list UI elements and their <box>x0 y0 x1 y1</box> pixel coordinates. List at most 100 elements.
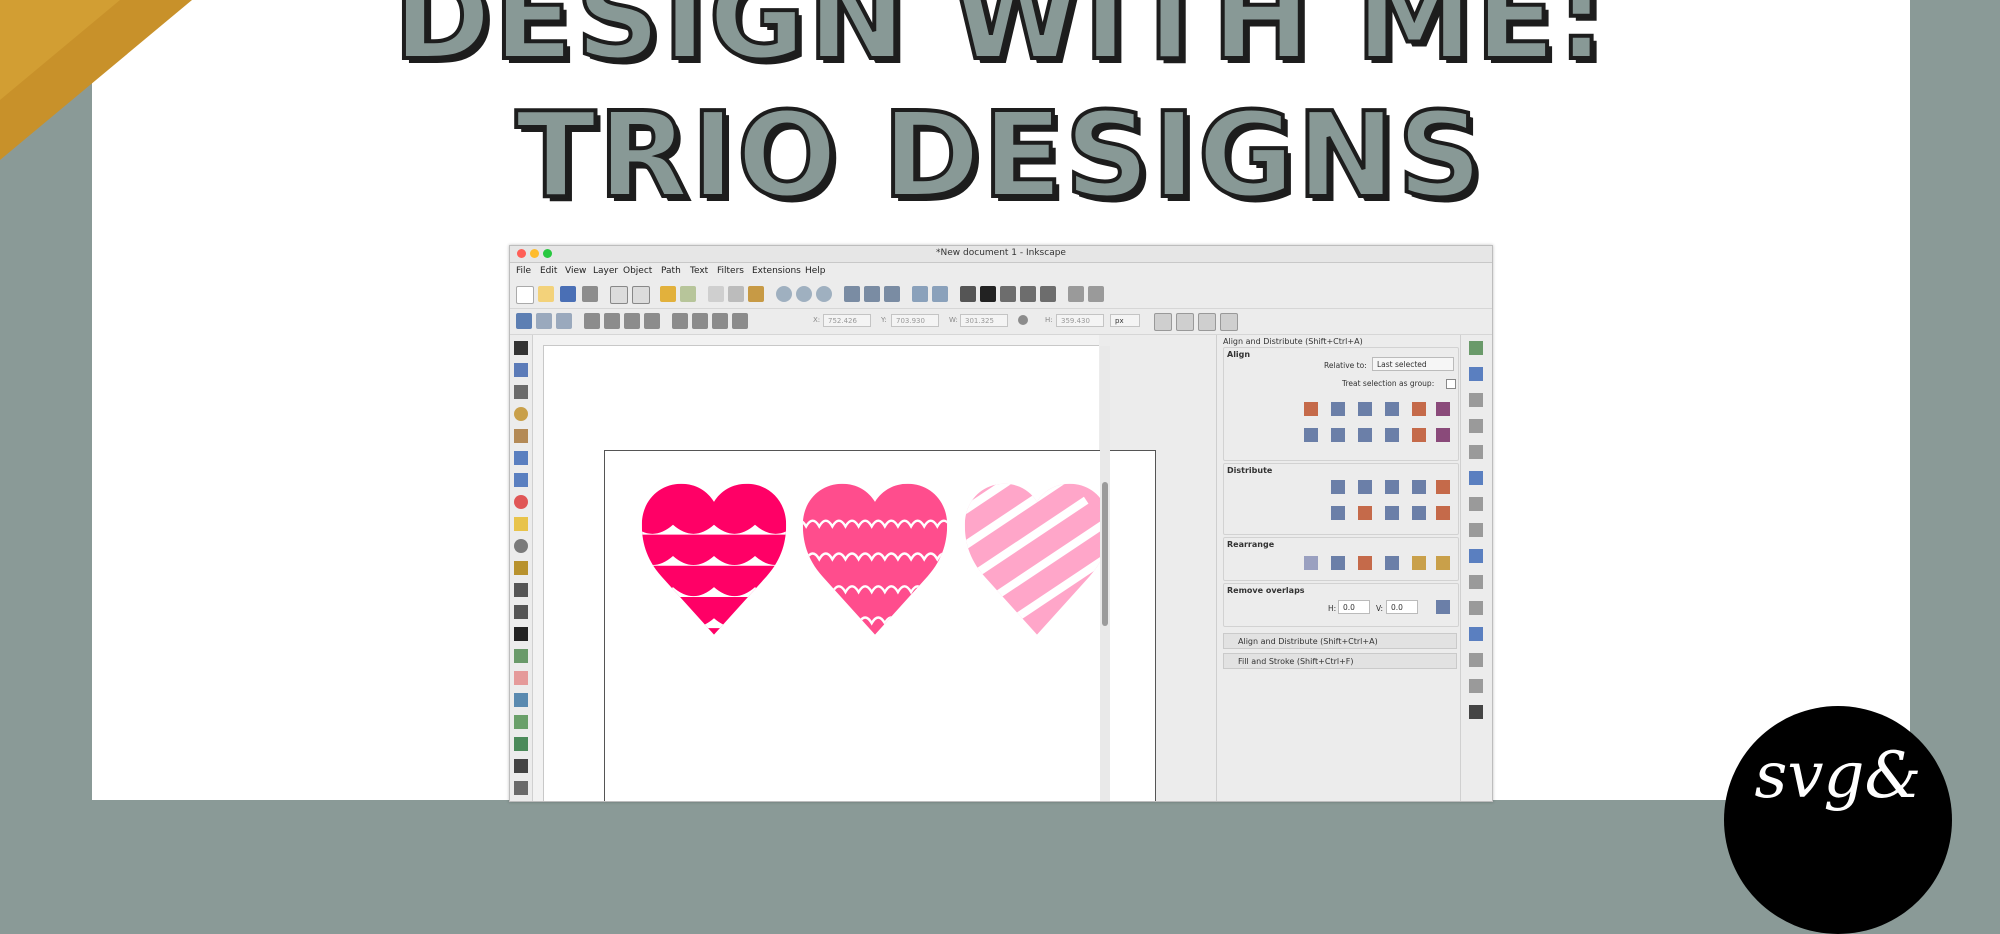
overlap-h-field[interactable]: 0.0 <box>1338 600 1370 614</box>
spiral-tool-icon[interactable] <box>514 539 528 553</box>
lower-to-bottom-icon[interactable] <box>732 313 748 329</box>
open-icon[interactable] <box>538 286 554 302</box>
ellipse-tool-icon[interactable] <box>514 495 528 509</box>
align-center-horizontal-icon[interactable] <box>1358 402 1372 416</box>
raise-to-top-icon[interactable] <box>672 313 688 329</box>
document-properties-icon[interactable] <box>1088 286 1104 302</box>
print-icon[interactable] <box>582 286 598 302</box>
snap-toggle-icon[interactable] <box>1469 341 1483 355</box>
menu-edit[interactable]: Edit <box>540 266 557 276</box>
align-left-icon[interactable] <box>1331 402 1345 416</box>
align-text-icon[interactable] <box>1436 402 1450 416</box>
menu-layer[interactable]: Layer <box>593 266 618 276</box>
drawing-canvas[interactable] <box>544 346 1156 801</box>
undo-icon[interactable] <box>660 286 676 302</box>
overlap-v-field[interactable]: 0.0 <box>1386 600 1418 614</box>
distribute-bottom-icon[interactable] <box>1385 506 1399 520</box>
vertical-scroll-thumb[interactable] <box>1102 482 1108 626</box>
menu-extensions[interactable]: Extensions <box>752 266 801 276</box>
lock-ratio-icon[interactable] <box>1018 315 1028 325</box>
stripe-heart[interactable] <box>906 451 1152 697</box>
rectangle-tool-icon[interactable] <box>514 451 528 465</box>
snap-centers-icon[interactable] <box>1469 627 1483 641</box>
distribute-baseline-h-icon[interactable] <box>1436 480 1450 494</box>
flip-vertical-icon[interactable] <box>644 313 660 329</box>
align-baseline-icon[interactable] <box>1436 428 1450 442</box>
menu-view[interactable]: View <box>565 266 586 276</box>
new-icon[interactable] <box>516 286 534 304</box>
align-top-icon[interactable] <box>1331 428 1345 442</box>
exchange-z-order-icon[interactable] <box>1358 556 1372 570</box>
selector-tool-icon[interactable] <box>514 341 528 355</box>
zoom-page-icon[interactable] <box>816 286 832 302</box>
snap-rotation-center-icon[interactable] <box>1469 653 1483 667</box>
eraser-tool-icon[interactable] <box>514 671 528 685</box>
group-icon[interactable] <box>912 286 928 302</box>
lower-icon[interactable] <box>712 313 728 329</box>
snap-bbox-corners-icon[interactable] <box>1469 419 1483 433</box>
clone-icon[interactable] <box>864 286 880 302</box>
snap-bbox-midpoints-icon[interactable] <box>1469 445 1483 459</box>
select-all-layers-icon[interactable] <box>536 313 552 329</box>
xml-editor-icon[interactable] <box>960 286 976 302</box>
export-icon[interactable] <box>632 286 650 304</box>
align-distribute-panel-tab[interactable]: Align and Distribute (Shift+Ctrl+A) <box>1223 633 1457 649</box>
gradient-tool-icon[interactable] <box>514 715 528 729</box>
snap-text-baseline-icon[interactable] <box>1469 705 1483 719</box>
snap-nodes-icon[interactable] <box>1469 471 1483 485</box>
rotate-cw-icon[interactable] <box>604 313 620 329</box>
measure-tool-icon[interactable] <box>514 429 528 443</box>
align-bottom-icon[interactable] <box>1385 428 1399 442</box>
deselect-icon[interactable] <box>556 313 572 329</box>
snap-page-border-icon[interactable] <box>1469 679 1483 693</box>
snap-bbox-icon[interactable] <box>1469 367 1483 381</box>
export-bitmap-icon[interactable] <box>1020 286 1036 302</box>
remove-overlaps-icon[interactable] <box>1436 600 1450 614</box>
vertical-scrollbar[interactable] <box>1100 346 1110 801</box>
duplicate-icon[interactable] <box>844 286 860 302</box>
transform-gradients-icon[interactable] <box>1198 313 1216 331</box>
layers-icon[interactable] <box>1000 286 1016 302</box>
snap-cusp-nodes-icon[interactable] <box>1469 549 1483 563</box>
spray-tool-icon[interactable] <box>514 649 528 663</box>
snap-line-midpoints-icon[interactable] <box>1469 601 1483 615</box>
align-icon[interactable] <box>1040 286 1056 302</box>
zoom-drawing-icon[interactable] <box>796 286 812 302</box>
distribute-center-h-icon[interactable] <box>1358 480 1372 494</box>
menu-help[interactable]: Help <box>805 266 826 276</box>
raise-icon[interactable] <box>692 313 708 329</box>
connector-tool-icon[interactable] <box>514 781 528 795</box>
align-right-to-left-icon[interactable] <box>1304 402 1318 416</box>
dropper-tool-icon[interactable] <box>514 759 528 773</box>
connector-network-icon[interactable] <box>1304 556 1318 570</box>
h-field[interactable]: 359.430 <box>1056 314 1104 327</box>
menu-text[interactable]: Text <box>690 266 708 276</box>
paint-bucket-tool-icon[interactable] <box>514 693 528 707</box>
text-tool-icon[interactable] <box>514 627 528 641</box>
3d-box-tool-icon[interactable] <box>514 473 528 487</box>
text-icon[interactable] <box>980 286 996 302</box>
snap-bbox-edges-icon[interactable] <box>1469 393 1483 407</box>
randomize-positions-icon[interactable] <box>1412 556 1426 570</box>
distribute-baseline-v-icon[interactable] <box>1436 506 1450 520</box>
menu-file[interactable]: File <box>516 266 531 276</box>
snap-paths-icon[interactable] <box>1469 497 1483 511</box>
scale-stroke-icon[interactable] <box>1154 313 1172 331</box>
flip-horizontal-icon[interactable] <box>624 313 640 329</box>
calligraphy-tool-icon[interactable] <box>514 605 528 619</box>
import-icon[interactable] <box>610 286 628 304</box>
scallop-heart[interactable] <box>632 476 796 640</box>
align-top-to-bottom-icon[interactable] <box>1412 428 1426 442</box>
w-field[interactable]: 301.325 <box>960 314 1008 327</box>
node-tool-icon[interactable] <box>514 363 528 377</box>
ungroup-icon[interactable] <box>932 286 948 302</box>
select-all-icon[interactable] <box>516 313 532 329</box>
x-field[interactable]: 752.426 <box>823 314 871 327</box>
zoom-selection-icon[interactable] <box>776 286 792 302</box>
align-left-to-right-icon[interactable] <box>1412 402 1426 416</box>
relative-to-select[interactable]: Last selected <box>1372 357 1454 371</box>
exchange-clockwise-icon[interactable] <box>1385 556 1399 570</box>
menu-object[interactable]: Object <box>623 266 652 276</box>
fill-stroke-panel-tab[interactable]: Fill and Stroke (Shift+Ctrl+F) <box>1223 653 1457 669</box>
distribute-left-icon[interactable] <box>1331 480 1345 494</box>
